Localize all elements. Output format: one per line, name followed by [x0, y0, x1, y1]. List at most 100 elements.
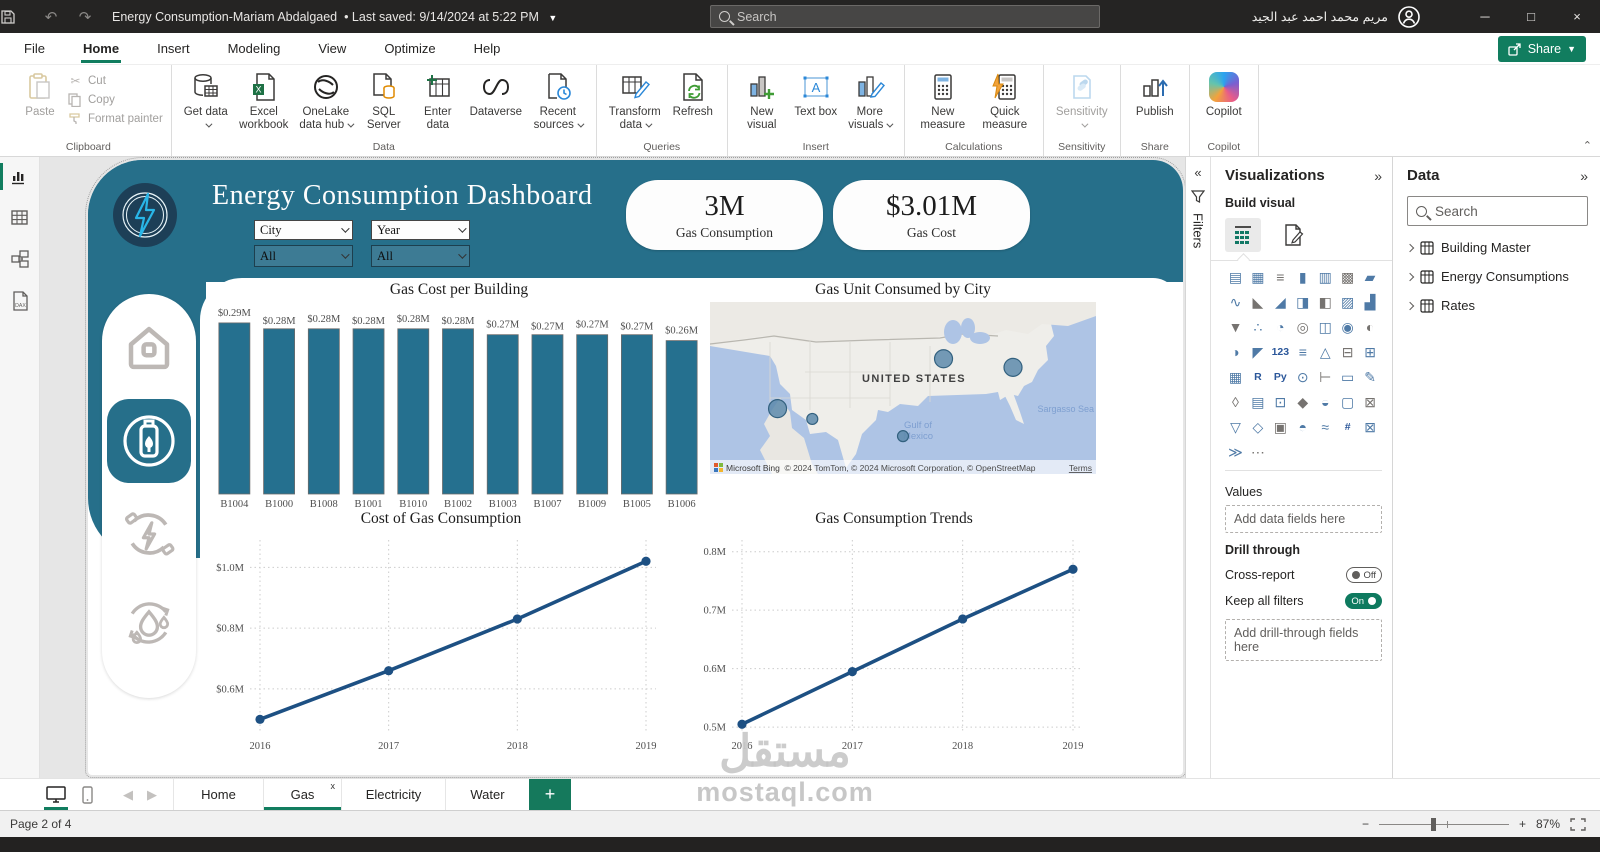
data-search-input[interactable] [1435, 203, 1575, 219]
shape-map-icon[interactable]: ◑ [1225, 342, 1246, 362]
dax-query-view-button[interactable]: DAX [0, 291, 40, 311]
power-apps-icon[interactable]: ⊡ [1270, 392, 1291, 412]
custom-visual-1-icon[interactable]: ≈ [1315, 417, 1336, 437]
ribbon-chart-icon[interactable]: ▰ [1360, 267, 1381, 287]
close-button[interactable]: × [1554, 0, 1600, 33]
key-influencers-icon[interactable]: ⊙ [1292, 367, 1313, 387]
share-button[interactable]: Share ▼ [1497, 36, 1586, 62]
zoom-slider[interactable] [1378, 817, 1509, 831]
stacked-column-chart-icon[interactable]: ▦ [1247, 267, 1268, 287]
nav-water-button[interactable] [113, 585, 185, 661]
sql-server-button[interactable]: SQL Server [358, 69, 410, 132]
report-canvas[interactable]: Energy Consumption Dashboard City All Ye… [40, 157, 1186, 778]
power-automate-icon[interactable]: ≫ [1225, 442, 1246, 462]
menu-modeling[interactable]: Modeling [226, 35, 283, 62]
search-input[interactable] [737, 9, 1067, 24]
maximize-button[interactable]: □ [1508, 0, 1554, 33]
nav-gas-button[interactable] [107, 399, 191, 483]
map-icon[interactable]: ◉ [1337, 317, 1358, 337]
fit-to-page-icon[interactable] [1570, 817, 1586, 831]
save-icon[interactable] [0, 9, 34, 25]
city-slicer-value[interactable]: All [254, 245, 353, 267]
table-rates[interactable]: Rates [1405, 298, 1588, 313]
line-chart-cost-of-gas-consumption[interactable]: Cost of Gas Consumption 2016 2017 2018 2019… [202, 510, 680, 755]
sensitivity-button[interactable]: Sensitivity [1052, 69, 1112, 132]
menu-optimize[interactable]: Optimize [382, 35, 437, 62]
get-data-button[interactable]: Get data [180, 69, 232, 132]
funnel-chart-icon[interactable]: ▼ [1225, 317, 1246, 337]
line-chart-icon[interactable]: ∿ [1225, 292, 1246, 312]
stacked-area-chart-icon[interactable]: ◢ [1270, 292, 1291, 312]
kpi-icon[interactable]: △ [1315, 342, 1336, 362]
chevron-right-icon[interactable] [1405, 243, 1415, 252]
metrics-icon[interactable]: ◊ [1225, 392, 1246, 412]
page-tab-home[interactable]: Home [173, 779, 263, 810]
us-map-graphic[interactable]: UNITED STATES Gulf of Mexico Sargasso Se… [710, 302, 1096, 474]
report-view-button[interactable] [0, 163, 40, 190]
area-chart-icon[interactable]: ◣ [1247, 292, 1268, 312]
line-and-stacked-column-chart-icon[interactable]: ◨ [1292, 292, 1313, 312]
mobile-layout-button[interactable] [82, 785, 93, 804]
card-icon[interactable]: 123 [1270, 342, 1291, 362]
more-visuals-ellipsis-icon[interactable]: ⋯ [1247, 442, 1268, 462]
menu-help[interactable]: Help [472, 35, 503, 62]
close-tab-icon[interactable]: x [331, 781, 336, 791]
filters-pane-title[interactable]: Filters [1191, 213, 1206, 248]
minimize-button[interactable]: ─ [1462, 0, 1508, 33]
100-stacked-column-chart-icon[interactable]: ▩ [1337, 267, 1358, 287]
map-bubble-1[interactable] [767, 399, 788, 419]
values-field-well[interactable]: Add data fields here [1225, 505, 1382, 533]
collapse-ribbon-icon[interactable]: ⌃ [1583, 139, 1592, 152]
redo-icon[interactable]: ↷ [68, 8, 102, 26]
quick-measure-button[interactable]: Quick measure [975, 69, 1035, 132]
100-stacked-bar-chart-icon[interactable]: ▥ [1315, 267, 1336, 287]
scatter-chart-icon[interactable]: ∴ [1247, 317, 1268, 337]
excel-workbook-button[interactable]: X Excel workbook [234, 69, 294, 132]
add-page-button[interactable]: + [529, 779, 571, 810]
transform-data-button[interactable]: Transform data [605, 69, 665, 132]
keep-all-filters-toggle[interactable]: On [1345, 593, 1382, 609]
clustered-bar-chart-icon[interactable]: ≡ [1270, 267, 1291, 287]
publish-button[interactable]: Publish [1129, 69, 1181, 119]
more-visuals-button[interactable]: More visuals [844, 69, 896, 132]
azure-map-icon[interactable]: ◤ [1247, 342, 1268, 362]
text-box-button[interactable]: A Text box [790, 69, 842, 119]
model-view-button[interactable] [0, 249, 40, 269]
document-title[interactable]: Energy Consumption-Mariam Abdalgaed • La… [112, 10, 557, 24]
expand-filters-icon[interactable]: « [1194, 165, 1201, 180]
menu-insert[interactable]: Insert [155, 35, 192, 62]
custom-visual-3-icon[interactable]: ⊠ [1360, 417, 1381, 437]
pie-chart-icon[interactable]: ◔ [1270, 317, 1291, 337]
cut-button[interactable]: ✂ Cut [68, 74, 163, 88]
city-slicer-header[interactable]: City [254, 220, 353, 240]
drill-through-field-well[interactable]: Add drill-through fields here [1225, 619, 1382, 661]
nav-home-button[interactable] [113, 310, 185, 386]
table-building-master[interactable]: Building Master [1405, 240, 1588, 255]
slicer-icon[interactable]: ⊟ [1337, 342, 1358, 362]
page-tab-electricity[interactable]: Electricity [341, 779, 445, 810]
multi-row-card-icon[interactable]: ≡ [1292, 342, 1313, 362]
menu-home[interactable]: Home [80, 35, 122, 63]
undo-icon[interactable]: ↶ [34, 8, 68, 26]
build-visual-tab[interactable] [1225, 218, 1261, 252]
zoom-in-button[interactable]: + [1519, 817, 1526, 831]
avatar[interactable] [1398, 5, 1420, 28]
r-script-visual-icon[interactable]: R [1247, 367, 1268, 387]
enter-data-button[interactable]: Enter data [412, 69, 464, 132]
new-card-icon[interactable]: ▢ [1337, 392, 1358, 412]
decomposition-tree-icon[interactable]: ⊢ [1315, 367, 1336, 387]
recent-sources-button[interactable]: Recent sources [528, 69, 588, 132]
text-filter-icon[interactable]: ▽ [1225, 417, 1246, 437]
table-energy-consumptions[interactable]: Energy Consumptions [1405, 269, 1588, 284]
chevron-right-icon[interactable] [1405, 301, 1415, 310]
paginated-report-icon[interactable]: ▤ [1247, 392, 1268, 412]
custom-visual-2-icon[interactable]: # [1337, 417, 1358, 437]
donut-chart-icon[interactable]: ◎ [1292, 317, 1313, 337]
qa-visual-icon[interactable]: ▭ [1337, 367, 1358, 387]
menu-view[interactable]: View [316, 35, 348, 62]
table-icon[interactable]: ⊞ [1360, 342, 1381, 362]
clustered-column-chart-icon[interactable]: ▮ [1292, 267, 1313, 287]
refresh-button[interactable]: Refresh [667, 69, 719, 119]
menu-file[interactable]: File [22, 35, 47, 62]
map-bubble-5[interactable] [1003, 357, 1023, 377]
